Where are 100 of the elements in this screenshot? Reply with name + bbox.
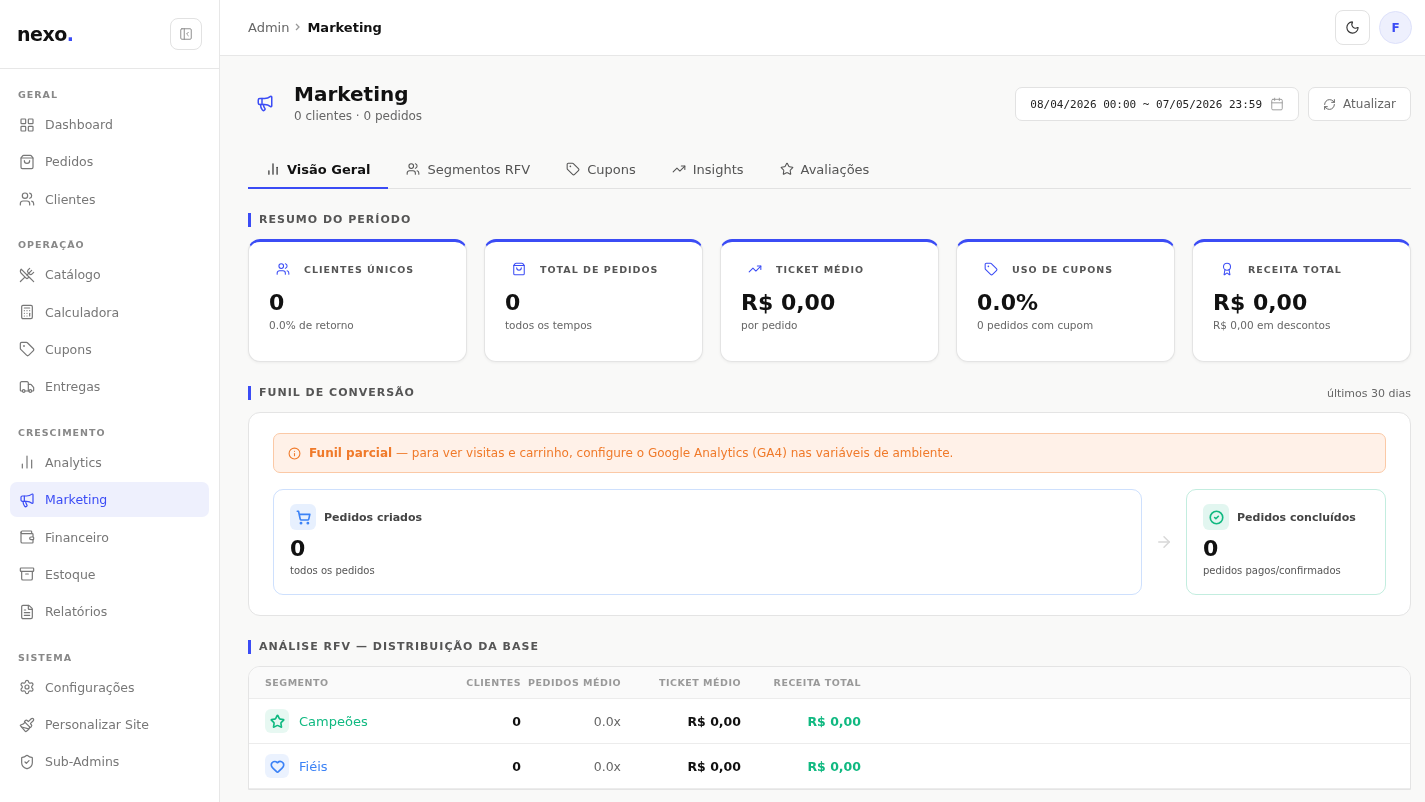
stat-note: todos os tempos bbox=[505, 319, 594, 331]
step-note: pedidos pagos/confirmados bbox=[1203, 565, 1342, 576]
step-label: Pedidos concluídos bbox=[1237, 510, 1356, 524]
stat-note: por pedido bbox=[741, 319, 799, 331]
nav-section-title: OPERAÇÃO bbox=[17, 238, 86, 253]
stat-note: 0.0% de retorno bbox=[269, 319, 355, 331]
sidebar-item[interactable]: Cupons bbox=[10, 331, 209, 367]
bar-chart-icon bbox=[19, 454, 35, 471]
arrow-icon bbox=[1155, 533, 1173, 551]
stat-value: R$ 0,00 bbox=[1213, 290, 1309, 315]
segment-name: Campeões bbox=[299, 713, 368, 729]
column-header: CLIENTES bbox=[465, 677, 521, 688]
sidebar-item[interactable]: Sub-Admins bbox=[10, 744, 209, 780]
calendar-icon bbox=[1270, 97, 1285, 111]
page-subtitle: 0 clientes · 0 pedidos bbox=[294, 109, 423, 123]
brush-icon bbox=[19, 716, 35, 733]
stat-value: 0.0% bbox=[977, 290, 1039, 315]
table-cell-text: 0 bbox=[511, 758, 521, 774]
logo: nexo. bbox=[17, 23, 74, 45]
table-cell-text: 0 bbox=[511, 713, 521, 729]
megaphone-icon bbox=[19, 491, 35, 508]
sidebar-item[interactable]: Catálogo bbox=[10, 257, 209, 293]
sidebar-item[interactable]: Clientes bbox=[10, 181, 209, 217]
tab[interactable]: Visão Geral bbox=[248, 151, 389, 189]
section-title: RESUMO DO PERÍODO bbox=[248, 213, 412, 227]
megaphone-icon bbox=[256, 93, 274, 112]
stat-label: USO DE CUPONS bbox=[1012, 263, 1114, 275]
stat-value: 0 bbox=[269, 290, 286, 315]
stat-label: TICKET MÉDIO bbox=[776, 263, 865, 275]
shield-icon bbox=[19, 753, 35, 770]
truck-icon bbox=[19, 378, 35, 395]
segment-name: Fiéis bbox=[299, 758, 328, 774]
stat-label: CLIENTES ÚNICOS bbox=[304, 263, 415, 275]
sidebar-item[interactable]: Financeiro bbox=[10, 519, 209, 555]
tag-icon bbox=[984, 262, 998, 276]
theme-toggle-button[interactable] bbox=[1335, 10, 1370, 45]
refresh-button[interactable]: Atualizar bbox=[1308, 87, 1411, 121]
panel-collapse-icon bbox=[179, 27, 193, 41]
sidebar-item[interactable]: Configurações bbox=[10, 669, 209, 705]
breadcrumb-item[interactable]: Admin bbox=[248, 20, 290, 35]
refresh-icon bbox=[1323, 97, 1337, 111]
star-icon bbox=[779, 162, 794, 176]
sidebar-item[interactable]: Calculadora bbox=[10, 294, 209, 330]
info-icon bbox=[288, 446, 301, 460]
nav-section-title: GERAL bbox=[17, 88, 59, 102]
utensils-icon bbox=[19, 266, 35, 283]
users-icon bbox=[19, 191, 35, 208]
moon-icon bbox=[1345, 20, 1360, 35]
sidebar-item[interactable]: Personalizar Site bbox=[10, 707, 209, 743]
sidebar-item[interactable]: Dashboard bbox=[10, 107, 209, 142]
period-label: últimos 30 dias bbox=[1326, 386, 1411, 400]
wallet-icon bbox=[19, 529, 35, 545]
section-title: ANÁLISE RFV — DISTRIBUIÇÃO DA BASE bbox=[248, 640, 539, 654]
settings-icon bbox=[19, 679, 35, 696]
stat-value: 0 bbox=[505, 290, 522, 315]
sidebar-item[interactable]: Relatórios bbox=[10, 594, 209, 630]
users-icon bbox=[406, 162, 421, 176]
sidebar-item[interactable]: Analytics bbox=[10, 444, 209, 480]
tab[interactable]: Avaliações bbox=[761, 151, 888, 189]
breadcrumb-item: Marketing bbox=[307, 20, 382, 35]
column-header: TICKET MÉDIO bbox=[657, 677, 741, 688]
tag-icon bbox=[566, 162, 581, 176]
table-cell-text: 0.0x bbox=[592, 713, 621, 729]
document-icon bbox=[19, 603, 35, 620]
nav-section-title: SISTEMA bbox=[17, 650, 73, 665]
bar-chart-icon bbox=[266, 162, 280, 176]
column-header: PEDIDOS MÉDIO bbox=[527, 677, 621, 688]
grid-icon bbox=[19, 116, 35, 133]
ribbon-icon bbox=[1220, 262, 1234, 276]
table-cell-text: R$ 0,00 bbox=[686, 713, 741, 729]
tag-icon bbox=[19, 341, 35, 358]
archive-icon bbox=[19, 566, 35, 583]
sidebar-item[interactable]: Pedidos bbox=[10, 144, 209, 180]
stat-value: R$ 0,00 bbox=[741, 290, 837, 315]
sidebar-item[interactable]: Entregas bbox=[10, 369, 209, 405]
step-label: Pedidos criados bbox=[324, 510, 423, 524]
user-avatar[interactable]: F bbox=[1379, 11, 1412, 44]
tab[interactable]: Cupons bbox=[548, 151, 654, 189]
stat-label: TOTAL DE PEDIDOS bbox=[540, 263, 659, 275]
table-cell-text: R$ 0,00 bbox=[806, 758, 861, 774]
stat-label: RECEITA TOTAL bbox=[1248, 263, 1342, 275]
warning-text: Funil parcial — para ver visitas e carrinho, configure o Google Analytics (GA4) nas variáveis de ambiente. bbox=[309, 446, 954, 460]
stat-note: R$ 0,00 em descontos bbox=[1213, 319, 1332, 331]
step-value: 0 bbox=[290, 536, 307, 561]
tab[interactable]: Segmentos RFV bbox=[388, 151, 549, 189]
sidebar-item[interactable]: Estoque bbox=[10, 556, 209, 592]
table-cell-text: 0.0x bbox=[592, 758, 621, 774]
date-range-field[interactable]: 08/04/2026 00:00 ~ 07/05/2026 23:59 bbox=[1015, 87, 1300, 121]
step-value: 0 bbox=[1203, 536, 1220, 561]
users-icon bbox=[276, 262, 290, 276]
bag-icon bbox=[512, 262, 526, 276]
bag-icon bbox=[19, 153, 35, 170]
calculator-icon bbox=[19, 304, 35, 321]
sidebar-item[interactable]: Marketing bbox=[10, 482, 209, 518]
section-title: FUNIL DE CONVERSÃO bbox=[248, 386, 415, 400]
stat-note: 0 pedidos com cupom bbox=[977, 319, 1095, 331]
page-title: Marketing bbox=[294, 82, 410, 106]
table-cell-text: R$ 0,00 bbox=[806, 713, 861, 729]
column-header: RECEITA TOTAL bbox=[772, 677, 861, 688]
tab[interactable]: Insights bbox=[653, 151, 762, 189]
